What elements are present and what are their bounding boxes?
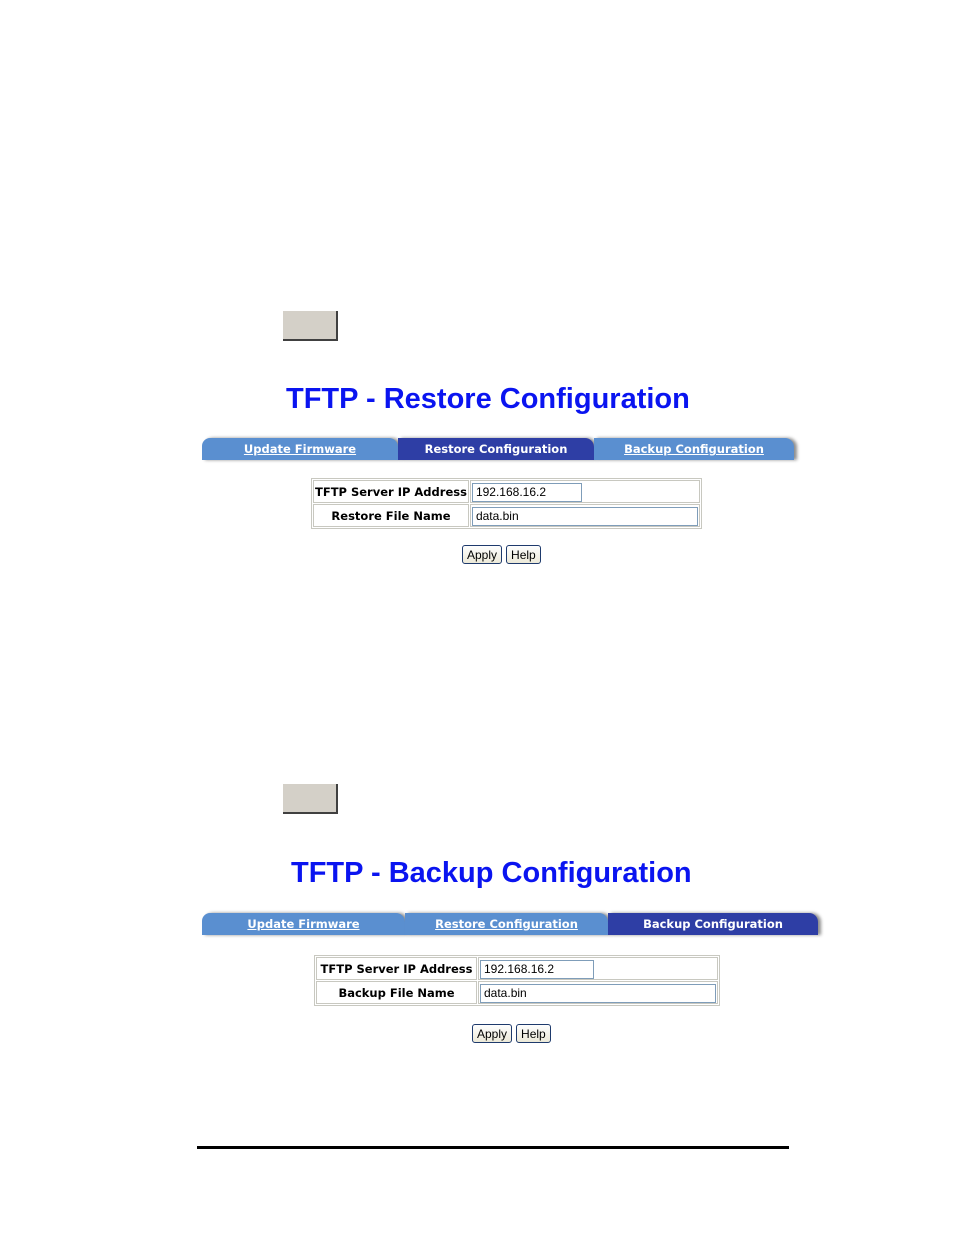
apply-button[interactable]: Apply [462,545,503,564]
button-row: Apply Help [472,1024,551,1043]
field-label: Backup File Name [316,981,477,1004]
footer-rule [197,1146,789,1149]
tab-label: Restore Configuration [435,917,578,931]
help-button[interactable]: Help [516,1024,551,1043]
tab-backup-configuration[interactable]: Backup Configuration [608,913,818,935]
page-title: TFTP - Restore Configuration [286,383,690,415]
restore-form-table: TFTP Server IP Address Restore File Name [311,478,702,529]
restore-file-name-input[interactable] [471,506,698,526]
field-cell [478,957,718,980]
table-row: TFTP Server IP Address [313,480,700,503]
tab-restore-configuration[interactable]: Restore Configuration [405,913,608,935]
table-row: Restore File Name [313,504,700,527]
tab-label: Restore Configuration [424,442,568,456]
tab-label: Backup Configuration [643,917,783,931]
apply-button[interactable]: Apply [472,1024,513,1043]
tab-label: Backup Configuration [624,442,764,456]
field-label: Restore File Name [313,504,469,527]
field-label: TFTP Server IP Address [313,480,469,503]
tab-backup-configuration[interactable]: Backup Configuration [594,438,794,460]
tab-update-firmware[interactable]: Update Firmware [202,438,398,460]
tab-bar: Update Firmware Restore Configuration Ba… [202,438,794,460]
field-cell [469,504,700,527]
backup-file-name-input[interactable] [480,983,716,1003]
help-button[interactable]: Help [506,545,541,564]
tftp-server-ip-input[interactable] [480,959,594,979]
field-label: TFTP Server IP Address [316,957,477,980]
tab-label: Update Firmware [243,442,357,456]
tab-bar: Update Firmware Restore Configuration Ba… [202,913,818,935]
tab-restore-configuration[interactable]: Restore Configuration [398,438,594,460]
field-cell [478,981,718,1004]
button-row: Apply Help [462,545,541,564]
table-row: Backup File Name [316,981,718,1004]
tab-label: Update Firmware [247,917,360,931]
tftp-server-ip-input[interactable] [471,482,582,502]
field-cell [469,480,700,503]
blank-button[interactable] [283,784,338,814]
backup-form-table: TFTP Server IP Address Backup File Name [314,955,720,1006]
table-row: TFTP Server IP Address [316,957,718,980]
page-title: TFTP - Backup Configuration [291,857,692,889]
blank-button[interactable] [283,311,338,341]
tab-update-firmware[interactable]: Update Firmware [202,913,405,935]
